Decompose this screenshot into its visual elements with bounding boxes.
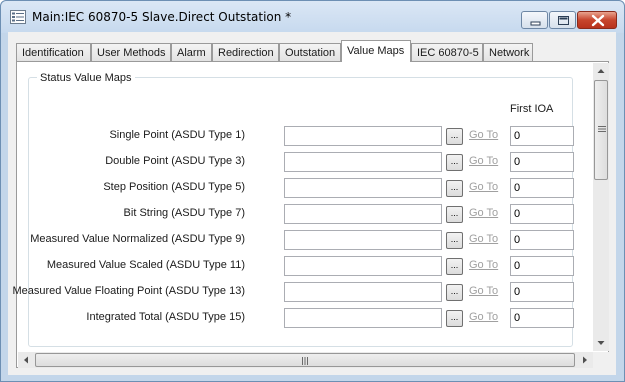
- double-point-goto-link[interactable]: Go To: [469, 155, 498, 167]
- tab-identification[interactable]: Identification: [16, 43, 91, 62]
- measured-floating-point-goto-link[interactable]: Go To: [469, 285, 498, 297]
- bit-string-ioa-input[interactable]: [510, 204, 574, 224]
- minimize-button[interactable]: [521, 11, 548, 29]
- vertical-scroll-thumb[interactable]: [594, 80, 608, 180]
- tab-label: Outstation: [285, 47, 336, 59]
- row-label-measured-scaled: Measured Value Scaled (ASDU Type 11): [46, 259, 245, 271]
- value-maps-panel: Status Value Maps First IOA Single Point…: [12, 61, 609, 368]
- measured-scaled-browse-button[interactable]: ...: [446, 258, 463, 275]
- measured-scaled-goto-link[interactable]: Go To: [469, 259, 498, 271]
- maximize-button[interactable]: [549, 11, 576, 29]
- single-point-ioa-input[interactable]: [510, 126, 574, 146]
- tab-outstation[interactable]: Outstation: [279, 43, 341, 62]
- measured-floating-point-ioa-input[interactable]: [510, 282, 574, 302]
- first-ioa-header: First IOA: [510, 103, 554, 115]
- tab-label: User Methods: [97, 47, 166, 59]
- step-position-goto-link[interactable]: Go To: [469, 181, 498, 193]
- row-label-step-position: Step Position (ASDU Type 5): [103, 181, 245, 193]
- scroll-right-arrow-icon[interactable]: [577, 352, 593, 368]
- scrollbar-corner: [593, 352, 609, 368]
- scroll-down-arrow-icon[interactable]: [593, 335, 609, 351]
- row-label-integrated-total: Integrated Total (ASDU Type 15): [86, 311, 245, 323]
- scroll-up-arrow-icon[interactable]: [593, 63, 609, 79]
- application-window: Main:IEC 60870-5 Slave.Direct Outstation…: [0, 0, 625, 382]
- bit-string-goto-link[interactable]: Go To: [469, 207, 498, 219]
- measured-normalized-ioa-input[interactable]: [510, 230, 574, 250]
- measured-normalized-goto-link[interactable]: Go To: [469, 233, 498, 245]
- integrated-total-goto-link[interactable]: Go To: [469, 311, 498, 323]
- horizontal-scroll-thumb[interactable]: [35, 353, 575, 367]
- step-position-browse-button[interactable]: ...: [446, 180, 463, 197]
- step-position-map-input[interactable]: [284, 178, 442, 198]
- bit-string-map-input[interactable]: [284, 204, 442, 224]
- integrated-total-browse-button[interactable]: ...: [446, 310, 463, 327]
- window-title: Main:IEC 60870-5 Slave.Direct Outstation…: [32, 10, 292, 24]
- measured-floating-point-browse-button[interactable]: ...: [446, 284, 463, 301]
- integrated-total-map-input[interactable]: [284, 308, 442, 328]
- row-label-measured-floating-point: Measured Value Floating Point (ASDU Type…: [12, 285, 245, 297]
- tab-network[interactable]: Network: [483, 43, 533, 62]
- group-title: Status Value Maps: [37, 72, 135, 84]
- row-label-bit-string: Bit String (ASDU Type 7): [123, 207, 245, 219]
- double-point-ioa-input[interactable]: [510, 152, 574, 172]
- minimize-icon: [530, 21, 541, 26]
- tab-user-methods[interactable]: User Methods: [91, 43, 171, 62]
- step-position-ioa-input[interactable]: [510, 178, 574, 198]
- single-point-browse-button[interactable]: ...: [446, 128, 463, 145]
- row-label-measured-normalized: Measured Value Normalized (ASDU Type 9): [30, 233, 245, 245]
- single-point-map-input[interactable]: [284, 126, 442, 146]
- window-client-area: Identification User Methods Alarm Redire…: [8, 32, 616, 375]
- row-label-double-point: Double Point (ASDU Type 3): [105, 155, 245, 167]
- measured-scaled-ioa-input[interactable]: [510, 256, 574, 276]
- tab-iec-60870-5[interactable]: IEC 60870-5: [411, 43, 483, 62]
- tab-value-maps[interactable]: Value Maps: [341, 40, 411, 62]
- maximize-icon: [558, 16, 569, 25]
- tab-alarm[interactable]: Alarm: [171, 43, 212, 62]
- tab-label: Identification: [22, 47, 84, 59]
- close-icon: [591, 14, 605, 27]
- title-bar[interactable]: Main:IEC 60870-5 Slave.Direct Outstation…: [1, 1, 624, 33]
- tab-label: Redirection: [218, 47, 274, 59]
- measured-floating-point-map-input[interactable]: [284, 282, 442, 302]
- integrated-total-ioa-input[interactable]: [510, 308, 574, 328]
- tab-label: IEC 60870-5: [417, 47, 479, 59]
- double-point-map-input[interactable]: [284, 152, 442, 172]
- tab-redirection[interactable]: Redirection: [212, 43, 279, 62]
- measured-normalized-browse-button[interactable]: ...: [446, 232, 463, 249]
- double-point-browse-button[interactable]: ...: [446, 154, 463, 171]
- document-list-icon: [10, 10, 26, 24]
- bit-string-browse-button[interactable]: ...: [446, 206, 463, 223]
- grip-icon: [302, 357, 308, 365]
- tab-label: Alarm: [177, 47, 206, 59]
- single-point-goto-link[interactable]: Go To: [469, 129, 498, 141]
- tab-label: Network: [489, 47, 530, 59]
- horizontal-scrollbar[interactable]: [18, 352, 593, 368]
- measured-normalized-map-input[interactable]: [284, 230, 442, 250]
- tab-label: Value Maps: [347, 45, 405, 57]
- row-label-single-point: Single Point (ASDU Type 1): [109, 129, 245, 141]
- measured-scaled-map-input[interactable]: [284, 256, 442, 276]
- close-button[interactable]: [577, 11, 617, 29]
- grip-icon: [598, 126, 606, 132]
- vertical-scrollbar[interactable]: [593, 63, 609, 351]
- scroll-left-arrow-icon[interactable]: [18, 352, 34, 368]
